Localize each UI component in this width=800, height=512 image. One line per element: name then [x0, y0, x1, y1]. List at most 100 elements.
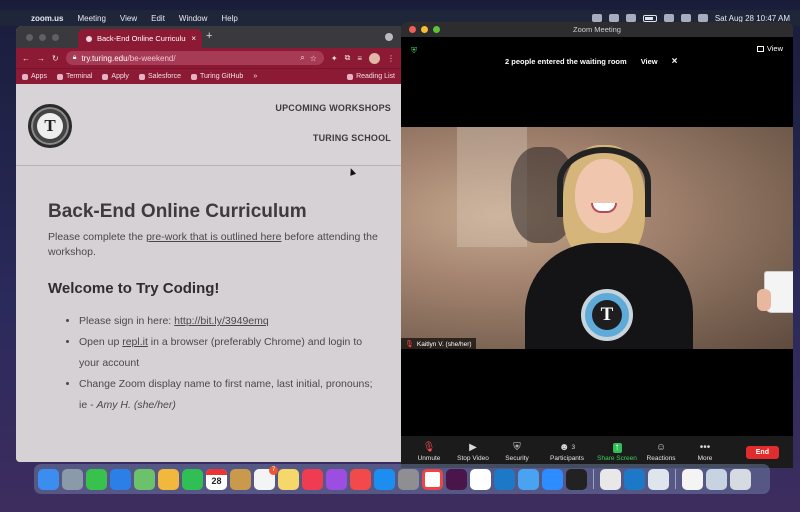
bookmark-label: Turing GitHub [200, 73, 244, 80]
messages-icon[interactable] [86, 468, 107, 490]
bookmark-label: Apply [111, 73, 129, 80]
system-preferences-icon[interactable] [398, 468, 419, 490]
menu-edit[interactable]: Edit [144, 14, 172, 23]
back-icon[interactable]: ← [22, 54, 30, 63]
nav-turing-school[interactable]: TURING SCHOOL [313, 133, 391, 143]
zoom-lens-icon[interactable]: ⌕ [300, 53, 304, 63]
fullscreen-window-button[interactable] [433, 26, 440, 33]
nav-upcoming-workshops[interactable]: UPCOMING WORKSHOPS [275, 103, 391, 113]
menu-help[interactable]: Help [214, 14, 244, 23]
podcasts-icon[interactable] [326, 468, 347, 490]
maps-icon[interactable] [134, 468, 155, 490]
slack-icon[interactable] [446, 468, 467, 490]
close-notice-icon[interactable]: × [672, 56, 678, 67]
unmute-label: Unmute [417, 454, 441, 462]
close-window-button[interactable] [409, 26, 416, 33]
textedit-icon[interactable] [600, 468, 621, 490]
preview-icon[interactable] [648, 468, 669, 490]
notes-app-icon[interactable] [278, 468, 299, 490]
battery-icon[interactable] [642, 14, 657, 22]
bookmark-apps[interactable]: Apps [22, 73, 47, 80]
wifi-icon[interactable] [663, 14, 674, 22]
news-icon[interactable] [350, 468, 371, 490]
menu-window[interactable]: Window [172, 14, 214, 23]
facetime-icon[interactable] [182, 468, 203, 490]
participants-button[interactable]: ☻ 3 Participants [539, 442, 595, 462]
document-icon[interactable] [682, 468, 703, 490]
app-store-icon[interactable] [374, 468, 395, 490]
share-screen-button[interactable]: ↑ Share Screen [595, 442, 639, 462]
terminal-icon[interactable] [566, 468, 587, 490]
bookmark-terminal[interactable]: Terminal [56, 73, 92, 80]
site-header: T UPCOMING WORKSHOPS TURING SCHOOL [16, 84, 401, 176]
close-window-button[interactable] [26, 34, 33, 41]
bookmark-salesforce[interactable]: Salesforce [138, 73, 181, 80]
downloads-icon[interactable] [706, 468, 727, 490]
security-shield-icon[interactable]: ⛨ [411, 46, 417, 56]
vscode-icon[interactable] [494, 468, 515, 490]
music-icon[interactable] [302, 468, 323, 490]
reading-list-button[interactable]: Reading List [347, 73, 395, 80]
signin-link[interactable]: http://bit.ly/3949emq [174, 315, 269, 327]
reactions-button[interactable]: ☺ Reactions [639, 442, 683, 462]
zoom-status-icon[interactable] [591, 14, 602, 22]
unmute-button[interactable]: 🎙︎ Unmute [407, 441, 451, 462]
step-text: Please sign in here: [79, 315, 175, 327]
menu-meeting[interactable]: Meeting [70, 14, 112, 23]
stop-video-button[interactable]: ▶ Stop Video [451, 442, 495, 462]
photos-icon[interactable] [158, 468, 179, 490]
trash-icon[interactable] [730, 468, 751, 490]
close-tab-icon[interactable]: × [191, 34, 196, 43]
more-button[interactable]: ••• More [683, 442, 727, 462]
search-icon[interactable] [680, 14, 691, 22]
control-center-icon[interactable] [697, 14, 708, 22]
zoom-window-button[interactable] [52, 34, 59, 41]
launchpad-icon[interactable] [62, 468, 83, 490]
new-tab-icon[interactable]: + [206, 30, 212, 42]
chrome-icon[interactable] [422, 468, 443, 490]
mail-icon[interactable] [110, 468, 131, 490]
mic-muted-icon: 🎙︎ [422, 441, 436, 453]
xcode-icon[interactable] [518, 468, 539, 490]
forward-icon[interactable]: → [37, 54, 45, 63]
notion-icon[interactable] [470, 468, 491, 490]
menu-view[interactable]: View [113, 14, 144, 23]
end-meeting-button[interactable]: End [745, 445, 779, 459]
screen-icon[interactable] [608, 14, 619, 22]
browser-tab-active[interactable]: Back-End Online Curriculum - × [78, 29, 202, 48]
extensions-puzzle-icon[interactable]: ⧉ [345, 53, 351, 63]
prework-link[interactable]: pre-work that is outlined here [146, 231, 281, 243]
participants-label: Participants [550, 454, 584, 462]
waiting-room-notice: 2 people entered the waiting room View × [505, 56, 678, 67]
media-icon[interactable]: ≡ [357, 54, 362, 63]
zoom-window: Zoom Meeting ⛨ View 2 people entered the… [401, 22, 793, 468]
page-content: Back-End Online Curriculum Please comple… [16, 166, 401, 416]
contacts-icon[interactable] [230, 468, 251, 490]
zoom-icon[interactable] [542, 468, 563, 490]
tab-search-icon[interactable] [385, 33, 393, 41]
profile-avatar[interactable] [369, 52, 380, 64]
turing-logo[interactable]: T [28, 104, 72, 148]
bookmarks-overflow-icon[interactable]: » [253, 73, 257, 80]
finder-icon[interactable] [38, 468, 59, 490]
address-bar[interactable]: 🔒︎ try.turing.edu/be-weekend/ ⌕ ☆ [65, 51, 324, 65]
bookmark-turing-github[interactable]: Turing GitHub [191, 73, 243, 80]
extension-icon[interactable]: ✦ [331, 54, 338, 63]
menu-kebab-icon[interactable]: ⋮ [387, 54, 395, 63]
waiting-room-view-button[interactable]: View [641, 57, 658, 66]
star-icon[interactable]: ☆ [310, 54, 317, 63]
minimize-window-button[interactable] [39, 34, 46, 41]
menu-app-name[interactable]: zoom.us [24, 14, 70, 23]
reminders-icon[interactable]: 7 [254, 465, 278, 490]
bluetooth-icon[interactable] [625, 14, 636, 22]
reload-icon[interactable]: ↻ [52, 54, 59, 63]
lock-icon[interactable]: 🔒︎ [73, 54, 77, 62]
view-layout-button[interactable]: View [756, 44, 783, 53]
bookmark-apply[interactable]: Apply [102, 73, 129, 80]
participant-video[interactable]: T [401, 127, 793, 349]
vscode-recent-icon[interactable] [624, 468, 645, 490]
minimize-window-button[interactable] [421, 26, 428, 33]
security-button[interactable]: ⛨ Security [495, 442, 539, 462]
calendar-icon[interactable]: 28 [206, 468, 227, 490]
replit-link[interactable]: repl.it [122, 336, 148, 348]
